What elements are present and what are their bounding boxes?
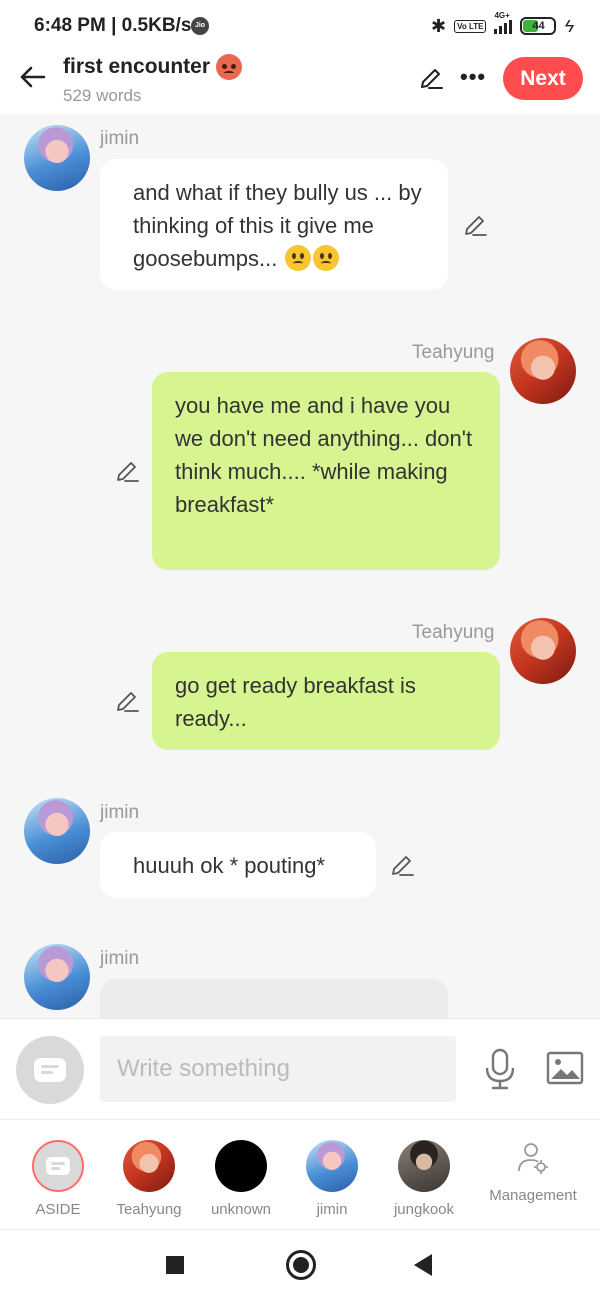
signal-icon: 4G+ [494,11,513,34]
microphone-icon[interactable] [484,1048,516,1090]
speaker-name: jimin [100,802,140,823]
more-options-icon[interactable]: ••• [460,64,486,90]
message-text: huuuh ok * pouting* [133,853,326,878]
back-arrow-icon[interactable] [16,60,50,94]
role-label: jungkook [393,1201,455,1218]
edit-message-icon[interactable] [389,852,415,878]
message-input[interactable] [100,1036,456,1102]
role-label: jimin [316,1201,348,1218]
word-count: 529 words [63,86,142,105]
aside-icon [46,1157,70,1175]
speaker-name: Teahyung [412,342,495,363]
message-text: and what if they bully us ... by thinkin… [133,180,422,271]
system-nav-bar [0,1229,600,1300]
status-bar: 6:48 PM | 0.5KB/s Jio ✱ Vo LTE 4G+ 44 ϟ [0,0,600,50]
avatar-unknown [215,1140,267,1192]
speaker-name: jimin [100,128,140,149]
edit-title-icon[interactable] [418,65,444,91]
status-icons: ✱ Vo LTE 4G+ 44 ϟ [431,11,574,39]
angry-face-icon [216,54,243,80]
edit-message-icon[interactable] [114,688,140,714]
chat-area[interactable]: jimin and what if they bully us ... by t… [0,114,600,1018]
recents-icon[interactable] [166,1256,184,1274]
avatar-jimin [306,1140,358,1192]
status-time-speed: 6:48 PM | 0.5KB/s [34,15,192,36]
role-jimin[interactable]: jimin [286,1120,378,1230]
message-bubble[interactable]: you have me and i have you we don't need… [152,372,500,570]
home-icon[interactable] [286,1250,316,1280]
aside-avatar [32,1140,84,1192]
image-upload-icon[interactable] [546,1051,584,1085]
worried-face-icon [313,245,340,271]
management-label[interactable]: Management [488,1187,578,1204]
message-text: you have me and i have you we don't need… [175,393,473,517]
aside-icon [34,1058,66,1082]
story-title[interactable]: first encounter [63,54,243,80]
edit-message-icon[interactable] [462,212,488,238]
bluetooth-icon: ✱ [431,15,447,36]
avatar-jimin[interactable] [24,125,90,191]
management-icon[interactable] [516,1141,550,1175]
character-bar: ASIDE Teahyung unknown jimin jungkook [0,1119,600,1229]
message-bubble[interactable]: and what if they bully us ... by thinkin… [100,159,448,290]
carrier-badge: Jio [191,17,209,35]
next-button[interactable]: Next [503,57,583,100]
avatar-teahyung [123,1140,175,1192]
composer-bar [0,1018,600,1119]
back-icon[interactable] [414,1254,432,1276]
speaker-name: Teahyung [412,622,495,643]
message-bubble-placeholder [100,979,448,1018]
battery-icon: 44 [520,17,557,35]
edit-message-icon[interactable] [114,458,140,484]
role-label: unknown [210,1201,272,1218]
role-aside[interactable]: ASIDE [12,1120,104,1230]
story-title-text: first encounter [63,55,211,78]
avatar-jungkook [398,1140,450,1192]
worried-face-icon [285,245,312,271]
editor-header: first encounter 529 words ••• Next [0,50,600,114]
avatar-teahyung[interactable] [510,618,576,684]
speaker-name: jimin [100,948,140,969]
avatar-jimin[interactable] [24,798,90,864]
charging-icon: ϟ [564,15,574,36]
avatar-teahyung[interactable] [510,338,576,404]
message-text: go get ready breakfast is ready... [175,673,416,731]
battery-level: 44 [532,20,545,32]
role-unknown[interactable]: unknown [195,1120,287,1230]
role-label: Teahyung [116,1201,182,1218]
role-teahyung[interactable]: Teahyung [103,1120,195,1230]
role-label: ASIDE [35,1201,81,1218]
message-bubble[interactable]: go get ready breakfast is ready... [152,652,500,750]
volte-badge: Vo LTE [454,19,487,33]
avatar-jimin[interactable] [24,944,90,1010]
aside-toggle-button[interactable] [16,1036,84,1104]
message-bubble[interactable]: huuuh ok * pouting* [100,832,376,898]
role-jungkook[interactable]: jungkook [378,1120,470,1230]
network-label: 4G+ [494,11,510,20]
